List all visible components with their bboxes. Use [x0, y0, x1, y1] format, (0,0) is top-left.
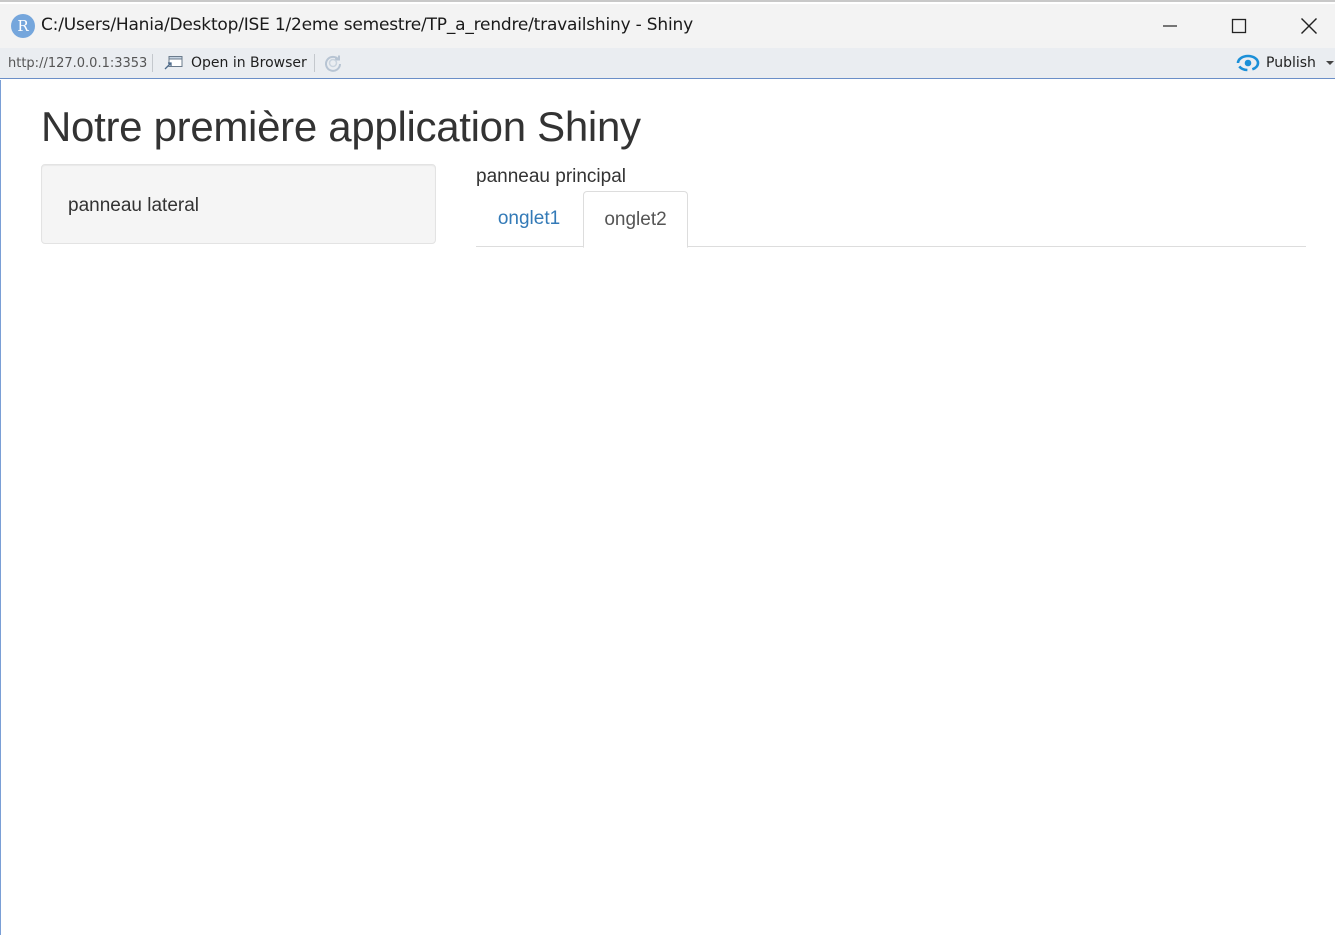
open-in-browser-button[interactable]: Open in Browser	[162, 51, 307, 75]
url-display[interactable]: http://127.0.0.1:3353	[8, 56, 147, 71]
publish-label: Publish	[1266, 55, 1316, 71]
window-title: C:/Users/Hania/Desktop/ISE 1/2eme semest…	[41, 15, 693, 35]
viewer-toolbar: http://127.0.0.1:3353 Open in Browser Pu…	[0, 48, 1335, 79]
refresh-icon	[325, 55, 341, 72]
open-in-browser-label: Open in Browser	[191, 55, 307, 71]
main-panel-text: panneau principal	[476, 166, 627, 187]
rstudio-viewer-window: R C:/Users/Hania/Desktop/ISE 1/2eme seme…	[0, 0, 1335, 935]
publish-button[interactable]: Publish	[1236, 51, 1335, 75]
main-panel: panneau principal onglet1 onglet2	[476, 164, 1306, 254]
sidebar-panel: panneau lateral	[41, 164, 436, 244]
close-button[interactable]	[1274, 4, 1335, 48]
toolbar-divider	[152, 54, 153, 72]
open-in-browser-icon	[164, 55, 184, 71]
refresh-button[interactable]	[322, 52, 344, 74]
tabset: onglet1 onglet2	[476, 191, 1306, 248]
toolbar-divider	[314, 54, 315, 72]
chevron-down-icon[interactable]	[1326, 61, 1334, 65]
minimize-button[interactable]	[1135, 4, 1205, 48]
minimize-icon	[1163, 25, 1177, 27]
shiny-app-viewport: Notre première application Shiny panneau…	[0, 80, 1335, 935]
app-icon-letter: R	[17, 17, 29, 35]
sidebar-text: panneau lateral	[68, 195, 199, 216]
publish-icon	[1236, 54, 1260, 72]
maximize-button[interactable]	[1204, 4, 1274, 48]
r-app-icon: R	[11, 14, 35, 38]
tab-onglet2[interactable]: onglet2	[583, 191, 688, 248]
close-icon	[1301, 18, 1317, 34]
page-title: Notre première application Shiny	[41, 103, 641, 150]
title-bar: R C:/Users/Hania/Desktop/ISE 1/2eme seme…	[0, 4, 1335, 48]
maximize-icon	[1231, 18, 1247, 34]
tab-onglet1[interactable]: onglet1	[476, 191, 582, 247]
